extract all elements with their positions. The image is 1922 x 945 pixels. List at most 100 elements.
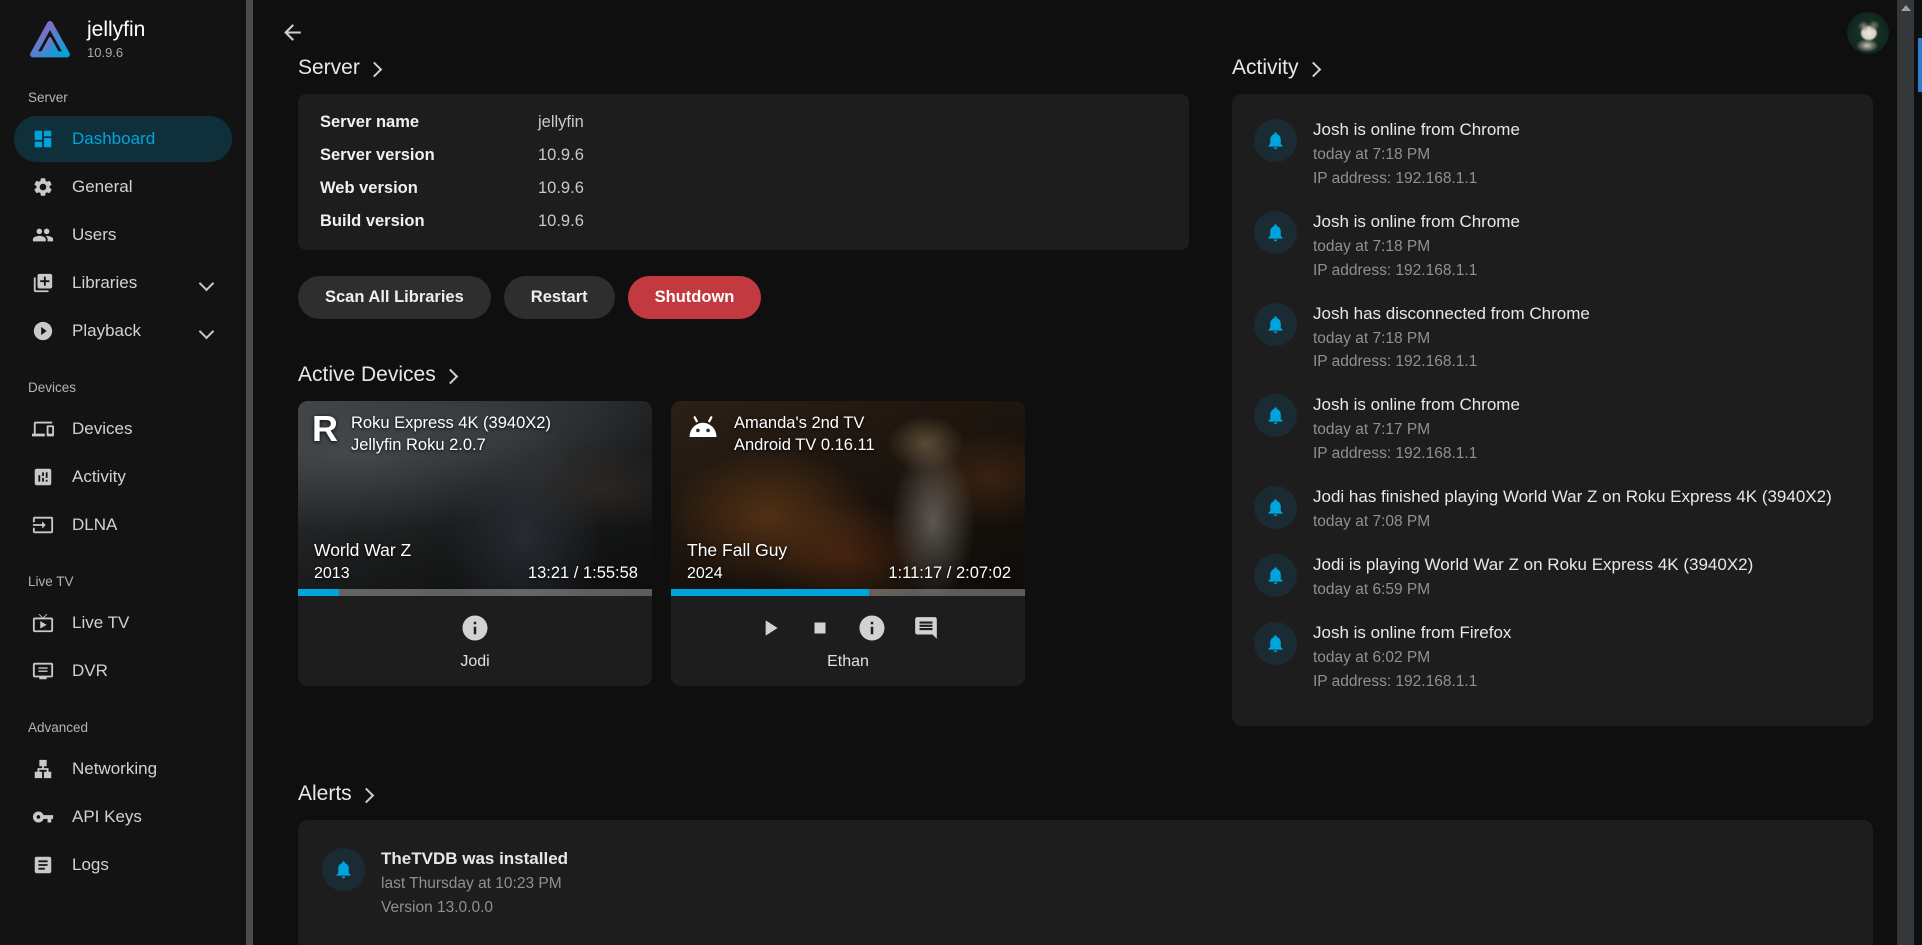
nav-entry: Playback [0, 308, 246, 354]
playback-progress-fill [298, 589, 339, 596]
info-label: Web version [320, 178, 538, 199]
item-title: Josh is online from Chrome [1313, 394, 1520, 417]
brand: jellyfin 10.9.6 [0, 0, 246, 62]
feed-item: Josh is online from Chrome today at 7:18… [1254, 119, 1851, 190]
server-info-row: Web version 10.9.6 [320, 172, 1167, 205]
info-button[interactable] [857, 613, 887, 643]
sidebar-item-label: Devices [72, 419, 218, 439]
scan-all-libraries-button[interactable]: Scan All Libraries [298, 276, 491, 319]
activity-icon [32, 466, 54, 488]
sidebar: jellyfin 10.9.6 Server Dashboard General… [0, 0, 246, 945]
sidebar-item-label: Playback [72, 321, 183, 341]
sidebar-item-networking[interactable]: Networking [14, 746, 232, 792]
back-button[interactable] [280, 20, 305, 48]
bell-icon [1254, 554, 1297, 597]
send-message-button[interactable] [913, 615, 939, 641]
bell-icon [1254, 394, 1297, 437]
item-title: Josh is online from Firefox [1313, 622, 1511, 645]
playback-progress-bar [671, 589, 1025, 596]
info-button[interactable] [460, 613, 490, 643]
sidebar-item-label: Dashboard [72, 129, 218, 149]
sidebar-item-activity[interactable]: Activity [14, 454, 232, 500]
devices-icon [32, 418, 54, 440]
networking-icon [32, 758, 54, 780]
shutdown-button[interactable]: Shutdown [628, 276, 762, 319]
sidebar-item-logs[interactable]: Logs [14, 842, 232, 888]
item-title: Josh is online from Chrome [1313, 211, 1520, 234]
sidebar-item-playback[interactable]: Playback [14, 308, 232, 354]
item-ip: IP address: 192.168.1.1 [1313, 169, 1520, 190]
nav-entry: API Keys [0, 794, 246, 840]
nav-entry: DLNA [0, 502, 246, 548]
playback-time: 1:11:17 / 2:07:02 [888, 564, 1011, 583]
sidebar-item-label: Users [72, 225, 218, 245]
chevron-right-icon [442, 368, 458, 384]
livetv-icon [32, 612, 54, 634]
nav-entry: Server [0, 66, 246, 114]
sidebar-item-label: Logs [72, 855, 218, 875]
server-title-text: Server [298, 56, 360, 80]
logs-icon [32, 854, 54, 876]
nav-entry: Logs [0, 842, 246, 888]
sidebar-section-label: Server [0, 66, 246, 114]
scroll-up-arrow-icon [1901, 5, 1911, 11]
item-ip: IP address: 192.168.1.1 [1313, 352, 1590, 373]
active-devices-section-title[interactable]: Active Devices [298, 363, 1189, 387]
jellyfin-dashboard: jellyfin 10.9.6 Server Dashboard General… [0, 0, 1922, 945]
sidebar-scrollbar[interactable] [246, 0, 253, 945]
now-playing-backdrop: Amanda's 2nd TV Android TV 0.16.11 The F… [671, 401, 1025, 596]
alerts-section-title[interactable]: Alerts [298, 782, 1873, 806]
client-version: Jellyfin Roku 2.0.7 [351, 435, 551, 457]
bell-icon [1254, 486, 1297, 529]
sidebar-item-devices[interactable]: Devices [14, 406, 232, 452]
playback-progress-bar [298, 589, 652, 596]
chevron-right-icon [358, 787, 374, 803]
jellyfin-logo-icon [28, 18, 72, 62]
page-scrollbar[interactable] [1897, 0, 1914, 945]
feed-item: TheTVDB was installed last Thursday at 1… [322, 848, 1849, 919]
active-devices-title-text: Active Devices [298, 363, 436, 387]
sidebar-item-api-keys[interactable]: API Keys [14, 794, 232, 840]
sidebar-item-general[interactable]: General [14, 164, 232, 210]
sidebar-item-users[interactable]: Users [14, 212, 232, 258]
feed-item: Jodi is playing World War Z on Roku Expr… [1254, 554, 1851, 601]
device-name: Roku Express 4K (3940X2) [351, 413, 551, 435]
sidebar-item-label: Live TV [72, 613, 218, 633]
device-card: R Roku Express 4K (3940X2) Jellyfin Roku… [298, 401, 652, 686]
nav-entry: DVR [0, 648, 246, 694]
libraries-icon [32, 272, 54, 294]
item-time: today at 7:18 PM [1313, 237, 1520, 258]
scrollbar-thumb[interactable] [1918, 38, 1922, 92]
nav-entry: Live TV [0, 550, 246, 598]
item-time: today at 6:02 PM [1313, 648, 1511, 669]
android-icon [685, 413, 721, 440]
server-section-title[interactable]: Server [298, 56, 1189, 80]
dlna-icon [32, 514, 54, 536]
session-user: Jodi [460, 653, 489, 671]
feed-item: Josh is online from Chrome today at 7:18… [1254, 211, 1851, 282]
sidebar-item-live-tv[interactable]: Live TV [14, 600, 232, 646]
user-avatar[interactable] [1847, 12, 1889, 54]
info-label: Build version [320, 211, 538, 232]
info-value: 10.9.6 [538, 178, 584, 199]
bell-icon [322, 848, 365, 891]
bell-icon [1254, 211, 1297, 254]
sidebar-item-dlna[interactable]: DLNA [14, 502, 232, 548]
server-info-row: Build version 10.9.6 [320, 205, 1167, 238]
play-button[interactable] [757, 615, 783, 641]
restart-button[interactable]: Restart [504, 276, 615, 319]
activity-section-title[interactable]: Activity [1232, 56, 1873, 80]
feed-item: Josh is online from Firefox today at 6:0… [1254, 622, 1851, 693]
sidebar-item-libraries[interactable]: Libraries [14, 260, 232, 306]
item-detail: Version 13.0.0.0 [381, 898, 568, 919]
main-content: Server Server name jellyfin Server versi… [253, 0, 1897, 945]
sidebar-item-dvr[interactable]: DVR [14, 648, 232, 694]
alerts-title-text: Alerts [298, 782, 352, 806]
nav-entry: Activity [0, 454, 246, 500]
info-value: 10.9.6 [538, 145, 584, 166]
sidebar-item-dashboard[interactable]: Dashboard [14, 116, 232, 162]
device-name: Amanda's 2nd TV [734, 413, 875, 435]
playback-progress-fill [671, 589, 869, 596]
stop-button[interactable] [809, 617, 831, 639]
sidebar-item-label: Libraries [72, 273, 183, 293]
